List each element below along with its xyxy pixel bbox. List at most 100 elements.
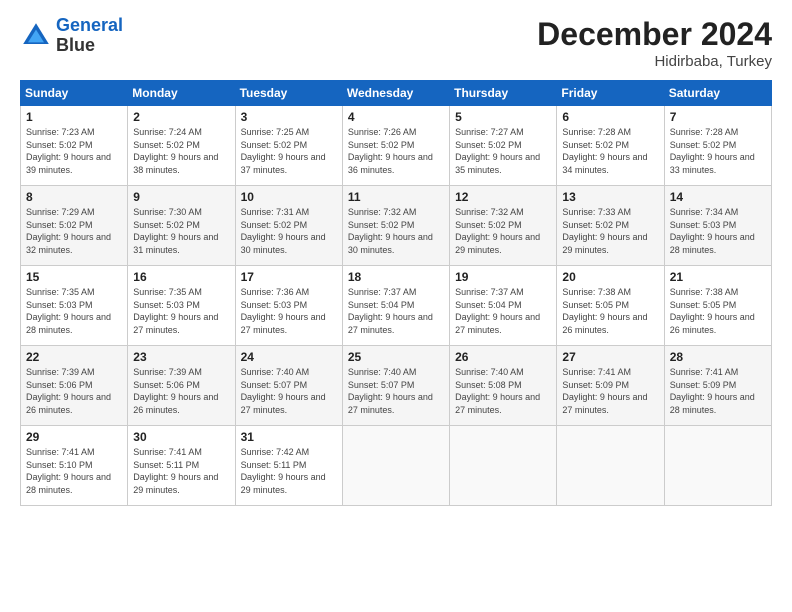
calendar-week-row: 22Sunrise: 7:39 AMSunset: 5:06 PMDayligh… — [21, 346, 772, 426]
logo-line2: Blue — [56, 36, 123, 56]
calendar-cell: 3 Sunrise: 7:25 AMSunset: 5:02 PMDaylight… — [235, 106, 342, 186]
logo-line1: General — [56, 15, 123, 35]
calendar-cell: 14 Sunrise: 7:34 AMSunset: 5:03 PMDayligh… — [664, 186, 771, 266]
calendar-cell: 7 Sunrise: 7:28 AMSunset: 5:02 PMDaylight… — [664, 106, 771, 186]
calendar-cell: 27Sunrise: 7:41 AMSunset: 5:09 PMDayligh… — [557, 346, 664, 426]
weekday-header: Wednesday — [342, 81, 449, 106]
calendar-cell: 6 Sunrise: 7:28 AMSunset: 5:02 PMDaylight… — [557, 106, 664, 186]
day-number: 2 — [133, 110, 229, 124]
day-number: 1 — [26, 110, 122, 124]
day-info: Sunrise: 7:38 AMSunset: 5:05 PMDaylight:… — [562, 286, 658, 336]
day-info: Sunrise: 7:30 AMSunset: 5:02 PMDaylight:… — [133, 206, 229, 256]
day-number: 23 — [133, 350, 229, 364]
calendar-cell: 8 Sunrise: 7:29 AMSunset: 5:02 PMDaylight… — [21, 186, 128, 266]
day-number: 16 — [133, 270, 229, 284]
calendar-cell — [664, 426, 771, 506]
calendar-cell: 12Sunrise: 7:32 AMSunset: 5:02 PMDayligh… — [450, 186, 557, 266]
day-number: 12 — [455, 190, 551, 204]
weekday-header: Thursday — [450, 81, 557, 106]
calendar-cell: 19 Sunrise: 7:37 AMSunset: 5:04 PMDayligh… — [450, 266, 557, 346]
calendar-cell: 2 Sunrise: 7:24 AMSunset: 5:02 PMDaylight… — [128, 106, 235, 186]
logo: General Blue — [20, 16, 123, 56]
calendar-cell: 20 Sunrise: 7:38 AMSunset: 5:05 PMDayligh… — [557, 266, 664, 346]
weekday-header: Saturday — [664, 81, 771, 106]
day-info: Sunrise: 7:37 AMSunset: 5:04 PMDaylight:… — [455, 286, 551, 336]
day-info: Sunrise: 7:37 AMSunset: 5:04 PMDaylight:… — [348, 286, 444, 336]
calendar-cell: 21 Sunrise: 7:38 AMSunset: 5:05 PMDayligh… — [664, 266, 771, 346]
calendar-cell: 31Sunrise: 7:42 AMSunset: 5:11 PMDayligh… — [235, 426, 342, 506]
calendar-cell — [557, 426, 664, 506]
day-info: Sunrise: 7:40 AMSunset: 5:07 PMDaylight:… — [348, 366, 444, 416]
day-number: 27 — [562, 350, 658, 364]
day-info: Sunrise: 7:23 AMSunset: 5:02 PMDaylight:… — [26, 126, 122, 176]
day-number: 21 — [670, 270, 766, 284]
page: General Blue December 2024 Hidirbaba, Tu… — [0, 0, 792, 612]
day-info: Sunrise: 7:35 AMSunset: 5:03 PMDaylight:… — [26, 286, 122, 336]
day-number: 5 — [455, 110, 551, 124]
calendar-cell: 10 Sunrise: 7:31 AMSunset: 5:02 PMDayligh… — [235, 186, 342, 266]
calendar-cell: 13 Sunrise: 7:33 AMSunset: 5:02 PMDayligh… — [557, 186, 664, 266]
calendar-week-row: 8 Sunrise: 7:29 AMSunset: 5:02 PMDaylight… — [21, 186, 772, 266]
calendar-cell: 23 Sunrise: 7:39 AMSunset: 5:06 PMDayligh… — [128, 346, 235, 426]
calendar-cell: 17Sunrise: 7:36 AMSunset: 5:03 PMDayligh… — [235, 266, 342, 346]
calendar-cell — [342, 426, 449, 506]
day-number: 17 — [241, 270, 337, 284]
day-info: Sunrise: 7:39 AMSunset: 5:06 PMDaylight:… — [26, 366, 122, 416]
day-info: Sunrise: 7:41 AMSunset: 5:09 PMDaylight:… — [670, 366, 766, 416]
day-info: Sunrise: 7:25 AMSunset: 5:02 PMDaylight:… — [241, 126, 337, 176]
day-info: Sunrise: 7:41 AMSunset: 5:11 PMDaylight:… — [133, 446, 229, 496]
calendar-cell: 9 Sunrise: 7:30 AMSunset: 5:02 PMDaylight… — [128, 186, 235, 266]
day-number: 20 — [562, 270, 658, 284]
day-info: Sunrise: 7:26 AMSunset: 5:02 PMDaylight:… — [348, 126, 444, 176]
calendar-cell: 5 Sunrise: 7:27 AMSunset: 5:02 PMDaylight… — [450, 106, 557, 186]
weekday-header: Monday — [128, 81, 235, 106]
day-number: 29 — [26, 430, 122, 444]
calendar-cell — [450, 426, 557, 506]
day-info: Sunrise: 7:40 AMSunset: 5:08 PMDaylight:… — [455, 366, 551, 416]
calendar-cell: 16 Sunrise: 7:35 AMSunset: 5:03 PMDayligh… — [128, 266, 235, 346]
day-number: 8 — [26, 190, 122, 204]
day-number: 14 — [670, 190, 766, 204]
day-number: 6 — [562, 110, 658, 124]
location: Hidirbaba, Turkey — [537, 53, 772, 70]
day-info: Sunrise: 7:28 AMSunset: 5:02 PMDaylight:… — [670, 126, 766, 176]
day-info: Sunrise: 7:42 AMSunset: 5:11 PMDaylight:… — [241, 446, 337, 496]
logo-text: General Blue — [56, 16, 123, 56]
day-info: Sunrise: 7:24 AMSunset: 5:02 PMDaylight:… — [133, 126, 229, 176]
day-info: Sunrise: 7:31 AMSunset: 5:02 PMDaylight:… — [241, 206, 337, 256]
day-info: Sunrise: 7:27 AMSunset: 5:02 PMDaylight:… — [455, 126, 551, 176]
day-number: 4 — [348, 110, 444, 124]
calendar-week-row: 29Sunrise: 7:41 AMSunset: 5:10 PMDayligh… — [21, 426, 772, 506]
calendar-week-row: 15Sunrise: 7:35 AMSunset: 5:03 PMDayligh… — [21, 266, 772, 346]
day-info: Sunrise: 7:34 AMSunset: 5:03 PMDaylight:… — [670, 206, 766, 256]
calendar-week-row: 1 Sunrise: 7:23 AMSunset: 5:02 PMDaylight… — [21, 106, 772, 186]
day-info: Sunrise: 7:39 AMSunset: 5:06 PMDaylight:… — [133, 366, 229, 416]
calendar-cell: 24 Sunrise: 7:40 AMSunset: 5:07 PMDayligh… — [235, 346, 342, 426]
day-number: 30 — [133, 430, 229, 444]
calendar-cell: 4 Sunrise: 7:26 AMSunset: 5:02 PMDaylight… — [342, 106, 449, 186]
day-number: 28 — [670, 350, 766, 364]
weekday-header: Sunday — [21, 81, 128, 106]
day-number: 9 — [133, 190, 229, 204]
header: General Blue December 2024 Hidirbaba, Tu… — [20, 16, 772, 70]
day-number: 24 — [241, 350, 337, 364]
day-number: 18 — [348, 270, 444, 284]
day-info: Sunrise: 7:38 AMSunset: 5:05 PMDaylight:… — [670, 286, 766, 336]
day-number: 7 — [670, 110, 766, 124]
weekday-header: Tuesday — [235, 81, 342, 106]
day-info: Sunrise: 7:28 AMSunset: 5:02 PMDaylight:… — [562, 126, 658, 176]
day-number: 10 — [241, 190, 337, 204]
day-info: Sunrise: 7:35 AMSunset: 5:03 PMDaylight:… — [133, 286, 229, 336]
day-info: Sunrise: 7:33 AMSunset: 5:02 PMDaylight:… — [562, 206, 658, 256]
calendar-cell: 26Sunrise: 7:40 AMSunset: 5:08 PMDayligh… — [450, 346, 557, 426]
day-number: 13 — [562, 190, 658, 204]
calendar-cell: 28 Sunrise: 7:41 AMSunset: 5:09 PMDayligh… — [664, 346, 771, 426]
day-number: 3 — [241, 110, 337, 124]
calendar-cell: 30 Sunrise: 7:41 AMSunset: 5:11 PMDayligh… — [128, 426, 235, 506]
calendar-cell: 25Sunrise: 7:40 AMSunset: 5:07 PMDayligh… — [342, 346, 449, 426]
day-number: 19 — [455, 270, 551, 284]
day-info: Sunrise: 7:29 AMSunset: 5:02 PMDaylight:… — [26, 206, 122, 256]
logo-icon — [20, 20, 52, 52]
calendar-cell: 18 Sunrise: 7:37 AMSunset: 5:04 PMDayligh… — [342, 266, 449, 346]
day-info: Sunrise: 7:40 AMSunset: 5:07 PMDaylight:… — [241, 366, 337, 416]
